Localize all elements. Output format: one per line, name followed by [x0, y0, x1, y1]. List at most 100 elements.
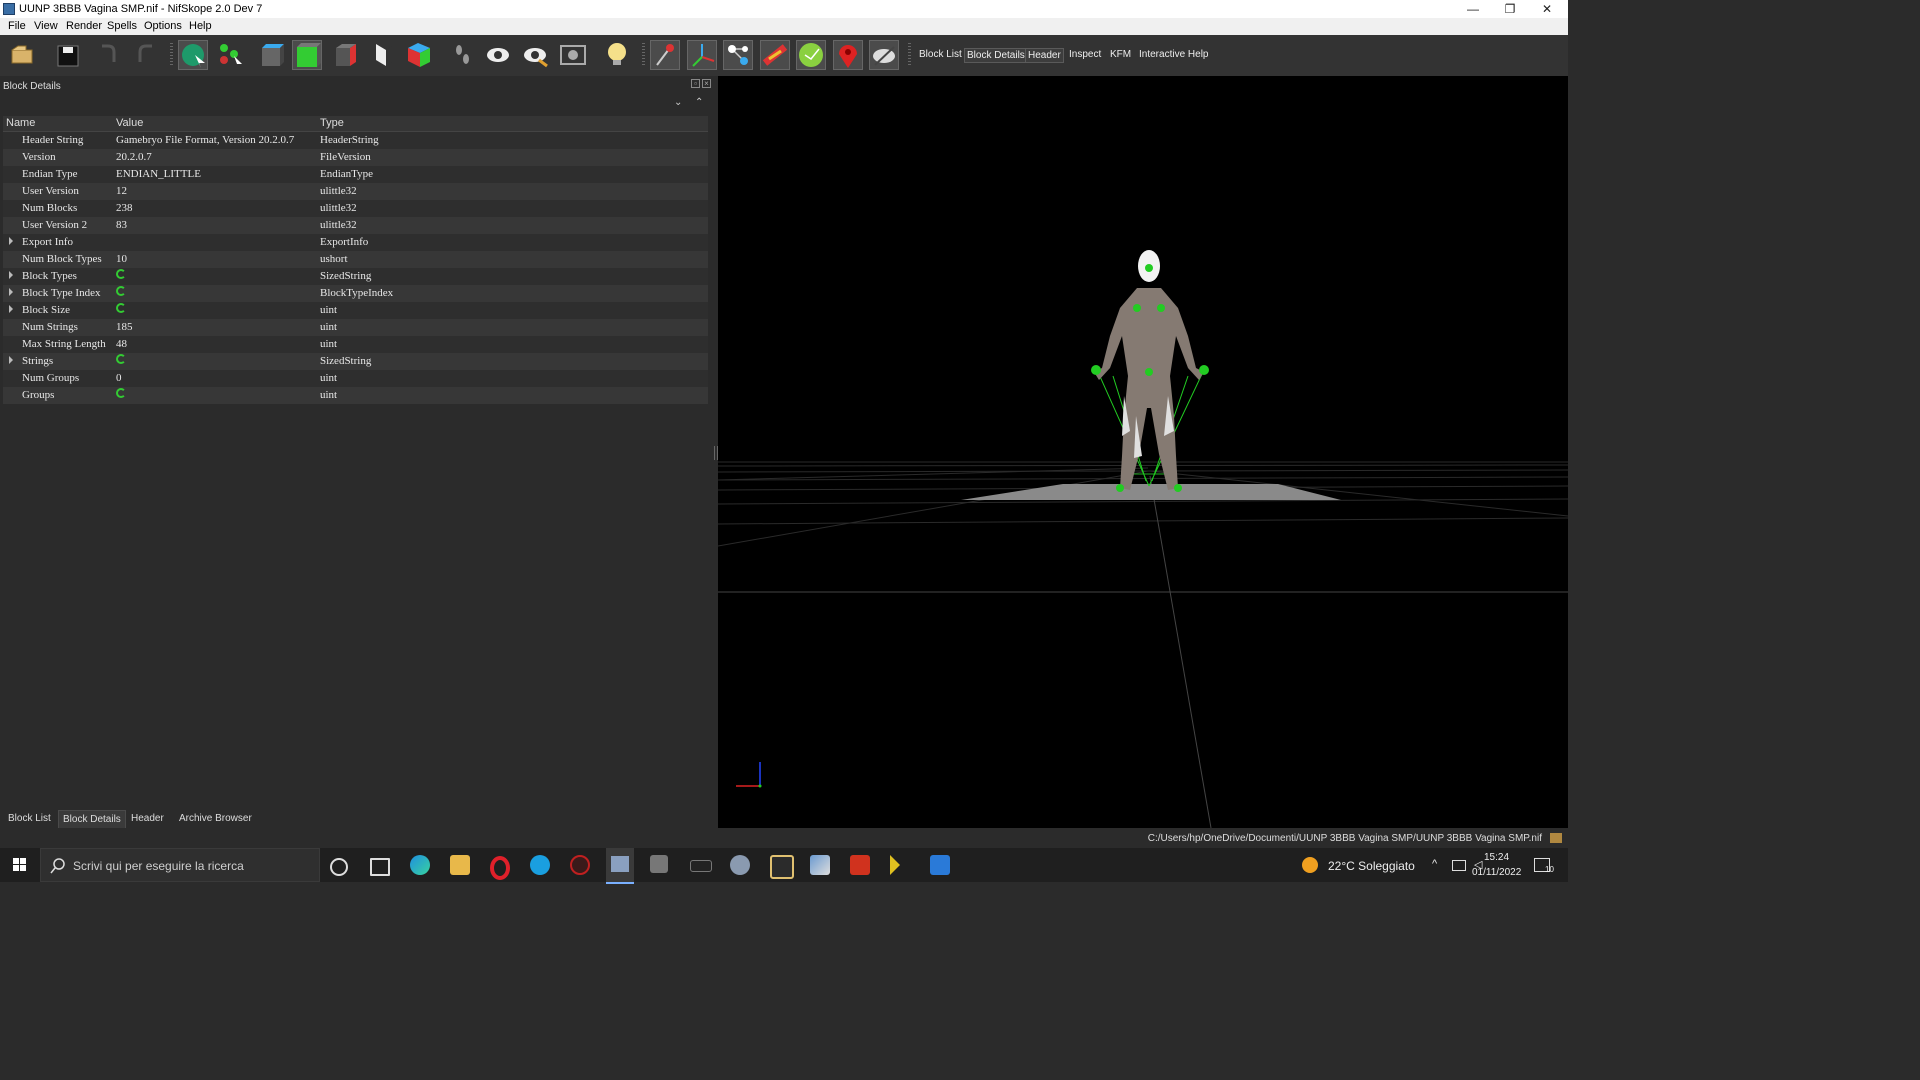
row-value[interactable]: 83: [116, 219, 127, 231]
table-row[interactable]: Groups uint: [3, 387, 708, 404]
table-row[interactable]: Strings SizedString: [3, 353, 708, 370]
toolbar-tab-kfm[interactable]: KFM: [1108, 48, 1133, 61]
toolbar-tab-block-details[interactable]: Block Details: [964, 48, 1028, 63]
footsteps-icon[interactable]: [448, 40, 478, 70]
screenshot-icon[interactable]: [558, 40, 588, 70]
expand-arrow-icon[interactable]: [9, 271, 13, 279]
select-object-icon[interactable]: [178, 40, 208, 70]
weather-text[interactable]: 22°C Soleggiato: [1328, 859, 1415, 873]
nodes-icon[interactable]: [723, 40, 753, 70]
close-button[interactable]: ✕: [1529, 0, 1565, 18]
row-value[interactable]: 20.2.0.7: [116, 151, 152, 163]
menu-view[interactable]: View: [34, 20, 58, 32]
collapse-up-icon[interactable]: ⌃: [695, 97, 703, 108]
bottom-tab-block-list[interactable]: Block List: [4, 810, 55, 827]
toolbar-tab-header[interactable]: Header: [1025, 48, 1064, 63]
save-icon[interactable]: [54, 40, 84, 70]
refresh-icon[interactable]: [116, 269, 126, 279]
view-walk-icon[interactable]: [368, 40, 398, 70]
column-type[interactable]: Type: [320, 117, 344, 129]
maximize-button[interactable]: ❐: [1492, 0, 1528, 18]
toolbar-tab-block-list[interactable]: Block List: [917, 48, 964, 61]
menu-spells[interactable]: Spells: [107, 20, 137, 32]
taskbar-search[interactable]: Scrivi qui per eseguire la ricerca: [40, 848, 320, 882]
hidden-eye-icon[interactable]: [869, 40, 899, 70]
view-user-icon[interactable]: [404, 40, 434, 70]
close-panel-icon[interactable]: ×: [702, 79, 711, 88]
column-name[interactable]: Name: [6, 117, 35, 129]
network-icon[interactable]: [1452, 860, 1466, 871]
table-row[interactable]: Version 20.2.0.7 FileVersion: [3, 149, 708, 166]
start-button[interactable]: [0, 848, 40, 882]
app-icon-red[interactable]: [570, 855, 590, 875]
skype-icon[interactable]: [530, 855, 550, 875]
undo-icon[interactable]: [94, 40, 124, 70]
toolbar-tab-interactive-help[interactable]: Interactive Help: [1137, 48, 1210, 61]
folder-icon[interactable]: [1550, 833, 1562, 843]
refresh-icon[interactable]: [116, 286, 126, 296]
expand-arrow-icon[interactable]: [9, 305, 13, 313]
file-explorer-icon[interactable]: [450, 855, 470, 875]
bottom-tab-header[interactable]: Header: [127, 810, 168, 827]
refresh-icon[interactable]: [116, 388, 126, 398]
refresh-icon[interactable]: [116, 303, 126, 313]
view-side-icon[interactable]: [330, 40, 360, 70]
app-icon-window[interactable]: [930, 855, 950, 875]
row-value[interactable]: 238: [116, 202, 133, 214]
app-icon-arrow[interactable]: [890, 855, 900, 875]
table-row[interactable]: Block Size uint: [3, 302, 708, 319]
view-front-icon[interactable]: [292, 40, 322, 70]
table-row[interactable]: Max String Length 48 uint: [3, 336, 708, 353]
app-icon-pen[interactable]: [810, 855, 830, 875]
clock-time[interactable]: 15:24: [1484, 852, 1509, 863]
edge-icon[interactable]: [410, 855, 430, 875]
table-row[interactable]: Num Groups 0 uint: [3, 370, 708, 387]
collapse-down-icon[interactable]: ⌄: [674, 97, 682, 108]
expand-arrow-icon[interactable]: [9, 288, 13, 296]
table-row[interactable]: Endian Type ENDIAN_LITTLE EndianType: [3, 166, 708, 183]
select-vertex-icon[interactable]: [216, 40, 246, 70]
opera-icon[interactable]: [490, 856, 510, 880]
menu-help[interactable]: Help: [189, 20, 212, 32]
table-row[interactable]: User Version 12 ulittle32: [3, 183, 708, 200]
load-icon[interactable]: [8, 40, 38, 70]
glow-icon[interactable]: [760, 40, 790, 70]
weather-icon[interactable]: [1302, 857, 1318, 873]
row-value[interactable]: 10: [116, 253, 127, 265]
clock-date[interactable]: 01/11/2022: [1472, 867, 1521, 878]
nifskope-taskbar-icon[interactable]: [606, 848, 634, 884]
row-value[interactable]: Gamebryo File Format, Version 20.2.0.7: [116, 134, 294, 146]
row-value[interactable]: 48: [116, 338, 127, 350]
column-value[interactable]: Value: [116, 117, 143, 129]
bottom-tab-archive-browser[interactable]: Archive Browser: [175, 810, 256, 827]
app-icon-f[interactable]: [850, 855, 870, 875]
tray-chevron-icon[interactable]: ^: [1432, 858, 1437, 870]
table-row[interactable]: Block Type Index BlockTypeIndex: [3, 285, 708, 302]
app-icon-gear[interactable]: [730, 855, 750, 875]
row-value[interactable]: 12: [116, 185, 127, 197]
table-row[interactable]: Num Blocks 238 ulittle32: [3, 200, 708, 217]
table-row[interactable]: Block Types SizedString: [3, 268, 708, 285]
green-sphere-icon[interactable]: [796, 40, 826, 70]
app-icon-star[interactable]: [770, 855, 794, 879]
task-view-icon[interactable]: [370, 858, 390, 876]
app-icon-dark[interactable]: [690, 860, 712, 872]
table-row[interactable]: Header String Gamebryo File Format, Versi…: [3, 132, 708, 149]
app-icon-grid[interactable]: [650, 855, 668, 873]
axes-icon[interactable]: [687, 40, 717, 70]
eye-visible-icon[interactable]: [521, 40, 551, 70]
minimize-button[interactable]: —: [1455, 0, 1491, 18]
marker-icon[interactable]: [833, 40, 863, 70]
bottom-tab-block-details[interactable]: Block Details: [58, 810, 126, 828]
pin-icon[interactable]: [650, 40, 680, 70]
table-row[interactable]: Num Strings 185 uint: [3, 319, 708, 336]
redo-icon[interactable]: [130, 40, 160, 70]
float-panel-icon[interactable]: ▫: [691, 79, 700, 88]
refresh-icon[interactable]: [116, 354, 126, 364]
lightbulb-icon[interactable]: [603, 40, 633, 70]
render-viewport[interactable]: [718, 76, 1568, 828]
menu-file[interactable]: File: [8, 20, 26, 32]
view-top-icon[interactable]: [256, 40, 286, 70]
menu-render[interactable]: Render: [66, 20, 102, 32]
row-value[interactable]: ENDIAN_LITTLE: [116, 168, 201, 180]
